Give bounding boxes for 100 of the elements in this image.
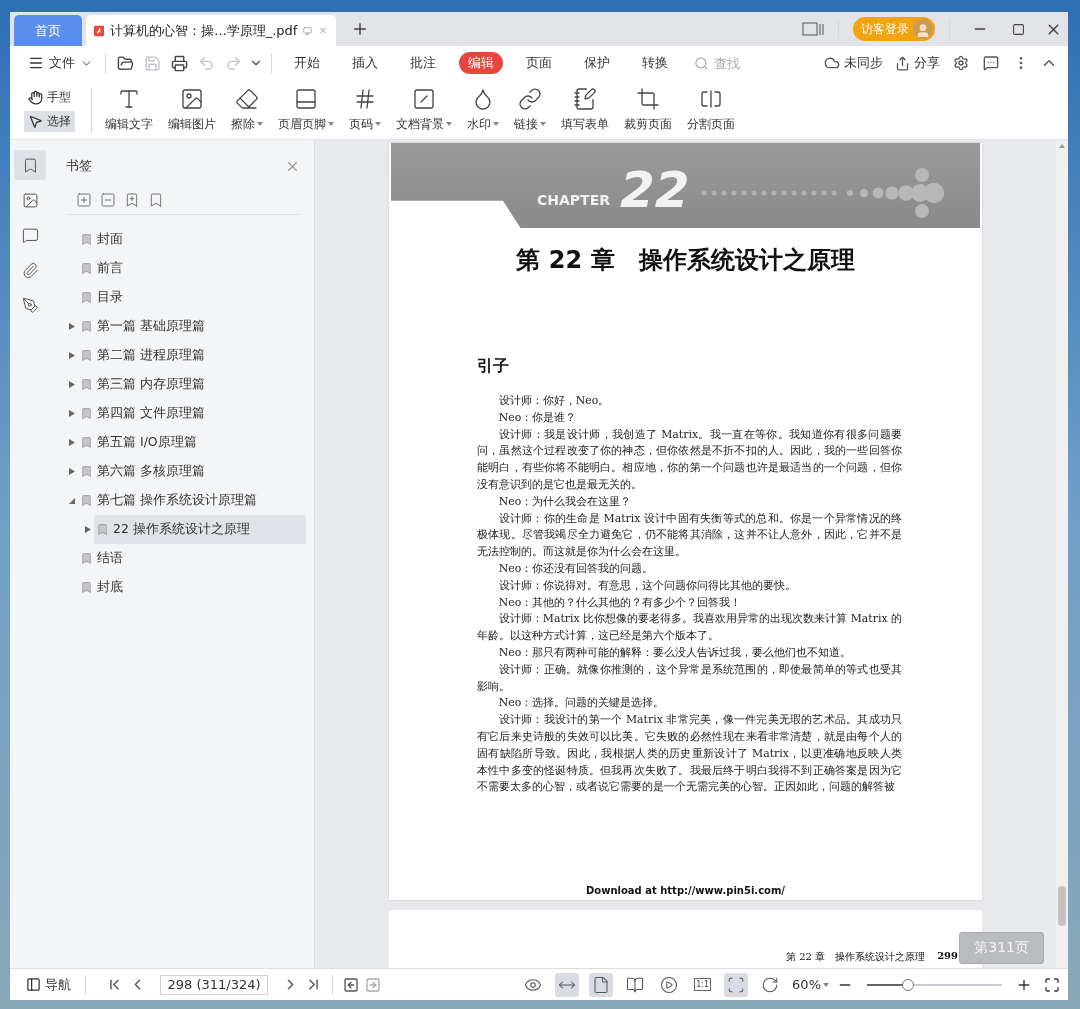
bookmark-icon <box>80 436 93 449</box>
ribbon-tool[interactable]: 分割页面 <box>681 86 741 133</box>
zoom-dropdown[interactable]: 60% <box>790 977 831 992</box>
view-button[interactable] <box>555 972 580 997</box>
ribbon-tool[interactable]: 编辑文字 <box>99 86 159 133</box>
share-button[interactable]: 分享 <box>891 52 944 74</box>
bookmark-item[interactable]: 目录 <box>78 283 306 312</box>
menu-tab[interactable]: 转换 <box>633 52 677 74</box>
ribbon-tool[interactable]: 裁剪页面 <box>618 86 678 133</box>
bookmark-icon <box>80 407 93 420</box>
ribbon-tool[interactable]: 填写表单 <box>555 86 615 133</box>
page-number: 299 <box>937 950 958 961</box>
pointer-icon <box>28 114 43 129</box>
fullscreen-icon[interactable] <box>1044 976 1060 993</box>
single-page-icon <box>592 975 611 994</box>
bookmark-item[interactable]: 第四篇 文件原理篇 <box>78 399 306 428</box>
menu-tab[interactable]: 编辑 <box>459 52 503 74</box>
bookmark-icon <box>80 262 93 275</box>
paragraph: Neo：其他的？什么其他的？有多少个？回答我！ <box>497 594 743 611</box>
ribbon-tool[interactable]: 编辑图片 <box>162 86 222 133</box>
link-icon <box>518 86 542 111</box>
ribbon-tool[interactable]: 页眉页脚 <box>272 86 340 133</box>
bookmark-item[interactable]: 结语 <box>78 544 306 573</box>
ribbon-tool[interactable]: 水印 <box>461 86 505 133</box>
collapse-arrow-icon[interactable] <box>69 497 75 504</box>
bookmark-icon <box>80 581 93 594</box>
share-icon <box>895 55 910 71</box>
menu-icon <box>28 55 44 71</box>
back-icon[interactable] <box>343 976 359 993</box>
menu-tab[interactable]: 页面 <box>517 52 561 74</box>
bookmark-item[interactable]: 第七篇 操作系统设计原理篇 <box>78 486 306 515</box>
mode-button[interactable]: 手型 <box>24 87 75 108</box>
maximize-icon[interactable] <box>1012 22 1025 36</box>
plus-icon <box>351 20 369 38</box>
expand-arrow-icon[interactable] <box>69 323 75 330</box>
ribbon-tool[interactable]: 页码 <box>343 86 387 133</box>
paragraph: 设计师：你好，Neo。 <box>497 393 611 409</box>
expand-arrow-icon[interactable] <box>69 410 75 417</box>
bookmark-item[interactable]: 22 操作系统设计之原理 <box>94 515 306 544</box>
bookmark-icon[interactable] <box>148 192 164 208</box>
paragraph: 设计师：我是设计师，我创造了 Matrix。我一直在等你。我知道你有很多问题要问，虽然这个过程改变了你的神态，但你依然是不折不扣的人。因此，我的一些回答你能明白，有些你将不能明白。相应地，你的第一个问题也许是最适当的一个问题，但你没有意识到的是它也是最无关的。 <box>477 426 902 493</box>
bookmark-item[interactable]: 封底 <box>78 573 306 602</box>
square-plus-icon[interactable] <box>76 192 92 208</box>
expand-arrow-icon[interactable] <box>69 439 75 446</box>
folder-icon[interactable] <box>117 54 134 72</box>
chapter-number: 22 <box>620 160 690 219</box>
slider-thumb[interactable] <box>901 978 914 991</box>
bookmark-item[interactable]: 第三篇 内存原理篇 <box>78 370 306 399</box>
paragraph: Neo：为什么我会在这里？ <box>497 493 633 510</box>
navigation-button[interactable]: 导航 <box>22 973 75 996</box>
bookmark-icon <box>80 465 93 478</box>
sync-button[interactable]: 未同步 <box>820 52 887 74</box>
message-icon[interactable] <box>983 55 999 71</box>
notebook-pen-icon <box>573 86 597 111</box>
paragraph: 设计师：你说得对。有意思，这个问题你问得比其他的要快。 <box>497 577 797 594</box>
paragraph: Neo：那只有两种可能的解释：要么没人告诉过我，要么他们也不知道。 <box>497 644 853 661</box>
view-button[interactable] <box>589 972 614 997</box>
expand-arrow-icon[interactable] <box>85 526 91 533</box>
menu-tab[interactable]: 保护 <box>575 52 619 74</box>
menu-tab[interactable]: 批注 <box>401 52 445 74</box>
bookmark-plus-icon[interactable] <box>124 192 140 208</box>
image-icon <box>180 86 204 111</box>
file-menu[interactable]: 文件 <box>24 52 97 74</box>
ribbon-tool[interactable]: 文档背景 <box>390 86 458 133</box>
bookmark-item[interactable]: 第一篇 基础原理篇 <box>78 312 306 341</box>
bookmark-item[interactable]: 第二篇 进程原理篇 <box>78 341 306 370</box>
bookmark-item[interactable]: 第五篇 I/O原理篇 <box>78 428 306 457</box>
print-icon[interactable] <box>171 54 188 72</box>
menu-tab[interactable]: 开始 <box>285 52 329 74</box>
search-field[interactable]: 查找 <box>712 54 776 72</box>
book-icon <box>626 975 645 994</box>
mode-button[interactable]: 选择 <box>24 111 75 132</box>
bookmark-item[interactable]: 封面 <box>78 225 306 254</box>
square-minus-icon[interactable] <box>100 192 116 208</box>
running-header: 第 22 章 操作系统设计之原理 <box>786 950 926 964</box>
paragraph: Neo：你还没有回答我的问题。 <box>497 560 655 577</box>
panel-left-icon <box>26 977 41 992</box>
expand-arrow-icon[interactable] <box>69 381 75 388</box>
page-field[interactable]: 298 (311/324) <box>160 974 268 995</box>
expand-arrow-icon[interactable] <box>69 468 75 475</box>
bookmark-icon <box>80 494 93 507</box>
ribbon-tool[interactable]: 链接 <box>508 86 552 133</box>
expand-arrow-icon[interactable] <box>69 352 75 359</box>
scrollbar[interactable] <box>1056 140 1068 968</box>
fit-page-icon <box>727 975 746 994</box>
square-slash-icon <box>412 86 436 111</box>
menu-tab[interactable]: 插入 <box>343 52 387 74</box>
cloud-icon <box>824 55 840 71</box>
chapter-label: CHAPTER <box>537 191 610 208</box>
settings-icon[interactable] <box>953 55 969 71</box>
bookmark-item[interactable]: 第六篇 多核原理篇 <box>78 457 306 486</box>
paragraph: 设计师：正确。就像你推测的，这个异常是系统范围的，即使最简单的等式也受其影响。 <box>477 661 902 695</box>
view-button[interactable] <box>724 972 749 997</box>
bookmark-item[interactable]: 前言 <box>78 254 306 283</box>
tab-title: 计算机的心智：操...学原理_.pdf <box>110 21 298 40</box>
ribbon-tool[interactable]: 擦除 <box>225 86 269 133</box>
scroll-thumb[interactable] <box>1058 886 1066 926</box>
side-tab[interactable] <box>14 150 46 180</box>
bookmark-icon <box>80 233 93 246</box>
chapter-title: 第 22 章 操作系统设计之原理 <box>515 246 856 274</box>
